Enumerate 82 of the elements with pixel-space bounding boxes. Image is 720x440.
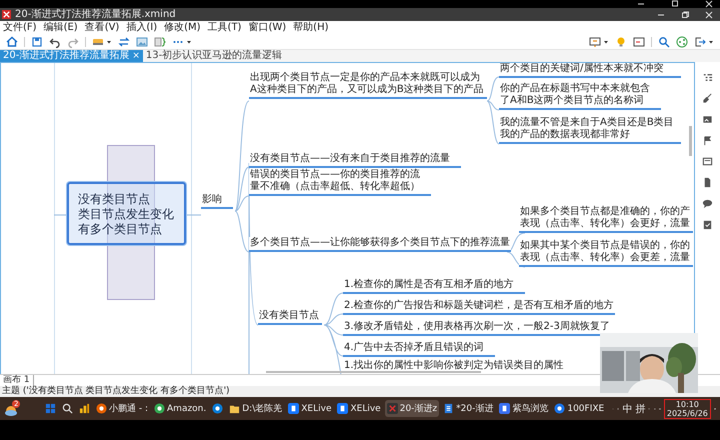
menu-item[interactable]: 工具(T) bbox=[208, 21, 242, 34]
input-method-indicator[interactable]: 拼 bbox=[635, 402, 646, 416]
search-icon[interactable] bbox=[658, 36, 670, 48]
topic-node[interactable]: 影响 bbox=[201, 194, 233, 209]
document-tab[interactable]: 13-初步认识亚马逊的流量逻辑 bbox=[142, 50, 286, 62]
card-icon[interactable] bbox=[702, 156, 713, 167]
panel-icon[interactable] bbox=[633, 36, 645, 48]
topic-node[interactable]: 多个类目节点——让你能够获得多个类目节点下的推荐流量 bbox=[249, 237, 511, 252]
brace-icon[interactable] bbox=[154, 36, 166, 48]
taskbar-app[interactable]: D:\老陈羌 bbox=[227, 400, 284, 417]
folder-icon bbox=[229, 403, 240, 414]
menu-item[interactable]: 帮助(H) bbox=[293, 21, 328, 34]
taskbar-app[interactable] bbox=[210, 401, 226, 416]
search-icon bbox=[62, 403, 73, 414]
home-icon[interactable] bbox=[6, 36, 18, 48]
status-text: 主题 ('没有类目节点 类目节点发生变化 有多个类目节点') bbox=[2, 386, 230, 396]
menu-item[interactable]: 窗口(W) bbox=[248, 21, 286, 34]
clock[interactable]: 10:10 2025/6/26 bbox=[664, 398, 711, 418]
flag-icon[interactable] bbox=[702, 135, 713, 146]
topic-node[interactable]: 4.广告中去否掉矛盾且错误的词 bbox=[343, 342, 495, 357]
menu-item[interactable]: 插入(I) bbox=[126, 21, 158, 34]
close-icon[interactable] bbox=[704, 0, 714, 8]
save-icon[interactable] bbox=[31, 36, 43, 48]
topic-node[interactable]: 你的产品在标题书写中本来就包含 了A和B这两个类目节点的名称词 bbox=[499, 83, 661, 110]
close-icon[interactable] bbox=[704, 10, 714, 18]
menu-item[interactable]: 文件(F) bbox=[3, 21, 37, 34]
brush-icon[interactable] bbox=[702, 93, 713, 104]
export-icon[interactable] bbox=[694, 36, 706, 48]
topic-node[interactable]: 1.检查你的属性是否有互相矛盾的地方 bbox=[343, 279, 525, 294]
windows-logo-icon bbox=[45, 403, 56, 414]
window-title: 20-渐进式打法推荐流量拓展.xmind bbox=[15, 8, 176, 21]
outline-icon[interactable] bbox=[702, 72, 713, 83]
menu-item[interactable]: 编辑(E) bbox=[44, 21, 78, 34]
taskbar-app[interactable] bbox=[60, 401, 75, 416]
taskbar-app[interactable]: XELive bbox=[335, 401, 383, 416]
app-logo-icon bbox=[386, 403, 398, 414]
topic-node[interactable]: 我的流量不管是来自于A类目还是B类目 我的产品的数据表现都非常好 bbox=[499, 117, 681, 144]
taskbar-app[interactable]: 100FIXE bbox=[552, 401, 606, 416]
topic-node[interactable]: 没有类目节点——没有来自于类目推荐的流量 bbox=[249, 153, 461, 168]
app-icon bbox=[499, 403, 510, 414]
tab-close-button[interactable]: × bbox=[132, 50, 140, 62]
comment-icon[interactable] bbox=[702, 198, 713, 209]
bar-chart-icon bbox=[79, 403, 90, 414]
taskbar-app[interactable]: 小鹏通 - : bbox=[94, 400, 150, 417]
browser-icon bbox=[154, 403, 166, 414]
restore-icon[interactable] bbox=[680, 10, 690, 18]
input-method-indicator[interactable]: 中 bbox=[622, 402, 632, 416]
central-topic[interactable]: 没有类目节点 类目节点发生变化 有多个类目节点 bbox=[67, 182, 186, 245]
browser-icon bbox=[96, 403, 107, 414]
document-tab[interactable]: 20-渐进式打法推荐流量拓展 × bbox=[0, 50, 143, 62]
swap-arrows-icon[interactable] bbox=[118, 36, 130, 48]
undo-icon[interactable] bbox=[49, 36, 61, 48]
topic-node[interactable]: 2.检查你的广告报告和标题关键词栏，是否有互相矛盾的地方 bbox=[343, 300, 615, 315]
share-icon[interactable] bbox=[676, 36, 688, 48]
image-icon[interactable] bbox=[702, 114, 713, 125]
clipboard-icon[interactable] bbox=[702, 219, 713, 230]
topic-node[interactable]: 错误的类目节点——你的类目推荐的流 量不准确（点击率超低、转化率超低） bbox=[249, 169, 431, 196]
taskbar-app[interactable] bbox=[77, 401, 92, 416]
document-icon[interactable] bbox=[702, 177, 713, 188]
scrollbar-thumb[interactable] bbox=[266, 371, 481, 373]
menu-item[interactable]: 修改(M) bbox=[164, 21, 201, 34]
maximize-icon[interactable] bbox=[670, 0, 680, 8]
taskbar-app[interactable]: *20-渐进 bbox=[441, 400, 496, 417]
topic-node[interactable]: 3.修改矛盾错处，使用表格再次刷一次，一般2-3周就恢复了 bbox=[343, 321, 611, 336]
taskbar-app[interactable]: 紫鸟浏览 bbox=[497, 400, 550, 417]
scrollbar-thumb[interactable] bbox=[689, 126, 692, 156]
app-icon bbox=[288, 403, 300, 414]
browser-icon bbox=[212, 403, 224, 414]
browser-icon bbox=[554, 403, 566, 414]
presentation-icon[interactable] bbox=[589, 36, 601, 48]
topic-node[interactable]: 如果多个类目节点都是准确的，你的产 表现（点击率、转化率）会更好，流量 bbox=[519, 206, 693, 233]
topic-node[interactable]: 没有类目节点 bbox=[258, 310, 322, 325]
taskbar-app[interactable]: Amazon. bbox=[152, 401, 208, 416]
light-bulb-icon[interactable] bbox=[615, 36, 627, 48]
app-icon bbox=[337, 403, 348, 414]
menu-item[interactable]: 查看(V) bbox=[84, 21, 120, 34]
document-icon bbox=[443, 403, 454, 414]
app-logo-icon bbox=[2, 10, 11, 19]
topic-node[interactable]: 出现两个类目节点一定是你的产品本来就既可以成为 A这种类目下的产品，又可以成为B这种类目下的产品 bbox=[249, 72, 487, 99]
taskbar-app[interactable]: XELive bbox=[286, 401, 334, 416]
taskbar-app[interactable]: 20-渐进z bbox=[384, 400, 440, 417]
topic-node[interactable]: 如果其中某个类目节点是错误的，你的 表现（点击率、转化率）会更差，流量 bbox=[519, 240, 693, 267]
